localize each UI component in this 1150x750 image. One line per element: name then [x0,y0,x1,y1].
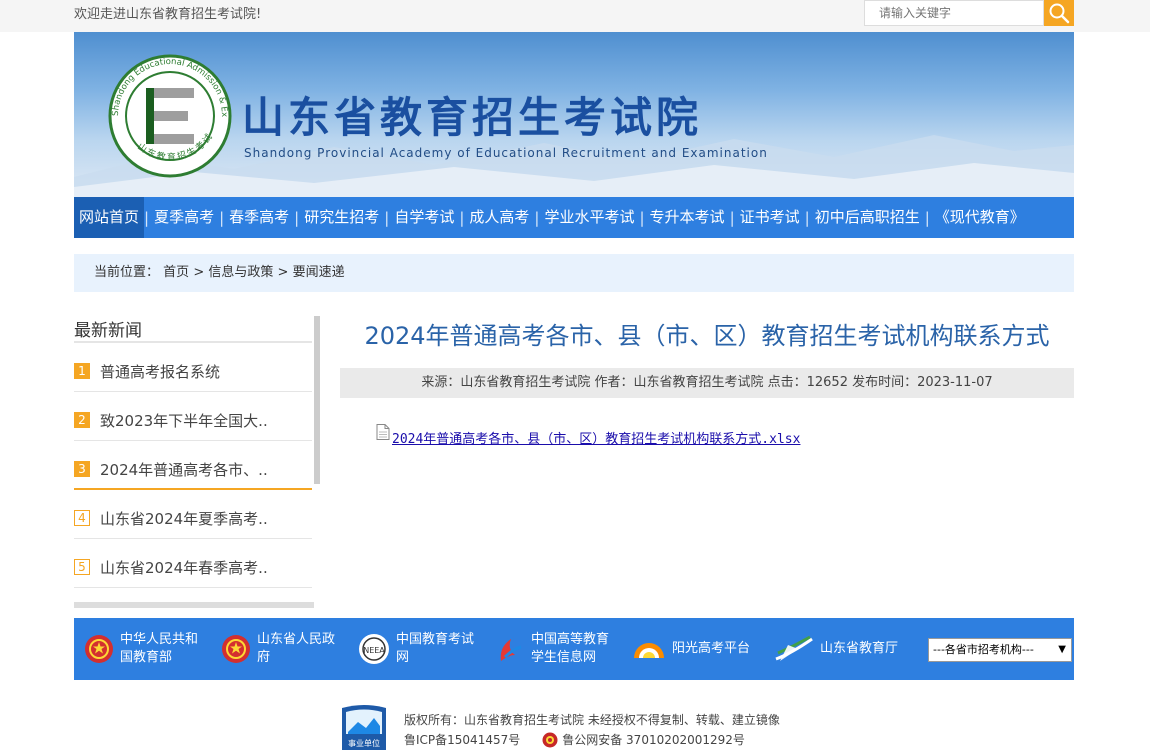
nav-item-modern-education[interactable]: 《现代教育》 [930,197,1030,238]
breadcrumb-sep: > [193,265,205,280]
news-item[interactable]: 5 山东省2024年春季高考.. [74,539,312,588]
icp-link[interactable]: 鲁ICP备15041457号 [404,731,520,748]
nav-separator: | [729,208,735,227]
news-item-link[interactable]: 2024年普通高考各市、.. [100,459,268,480]
nav-item-adult-exam[interactable]: 成人高考 [464,197,534,238]
article-title: 2024年普通高考各市、县（市、区）教育招生考试机构联系方式 [364,322,1050,350]
dropdown-arrow-icon: ▼ [1058,644,1066,655]
news-item[interactable]: 1 普通高考报名系统 [74,343,312,392]
nav-item-spring-exam[interactable]: 春季高考 [224,197,294,238]
link-label: 阳光高考平台 [672,641,751,656]
police-badge-icon [542,732,558,747]
breadcrumb-sep: > [277,265,289,280]
nav-item-self-study[interactable]: 自学考试 [389,197,459,238]
search-input[interactable] [864,0,1044,26]
public-institution-badge[interactable]: 事业单位 [338,704,390,750]
news-item-link[interactable]: 山东省2024年春季高考.. [100,557,268,578]
breadcrumb-news[interactable]: 要闻速递 [293,265,345,280]
nav-item-certificate-exam[interactable]: 证书考试 [735,197,805,238]
news-item[interactable]: 4 山东省2024年夏季高考.. [74,490,312,539]
exam-agency-select[interactable]: ---各省市招考机构--- ▼ [928,638,1072,662]
breadcrumb: 当前位置： 首页 > 信息与政策 > 要闻速递 [74,254,1074,292]
news-item-current[interactable]: 3 2024年普通高考各市、.. [74,441,312,490]
welcome-text: 欢迎走进山东省教育招生考试院! [74,7,262,22]
news-rank-badge: 2 [74,412,90,428]
nav-item-vocational[interactable]: 初中后高职招生 [810,197,925,238]
news-item-link[interactable]: 致2023年下半年全国大.. [100,410,268,431]
link-moe[interactable]: 中华人民共和国教育部 [84,631,209,667]
link-label: 山东省人民政府 [257,632,336,665]
select-value: ---各省市招考机构--- [933,643,1034,656]
nav-separator: | [144,208,150,227]
sidebar-heading: 最新新闻 [74,316,312,343]
news-item-link[interactable]: 普通高考报名系统 [100,361,220,382]
footer: 事业单位 版权所有：山东省教育招生考试院 未经授权不得复制、转载、建立镜像 鲁I… [0,700,1150,750]
news-rank-badge: 4 [74,510,90,526]
nav-item-proficiency-test[interactable]: 学业水平考试 [539,197,639,238]
nav-item-home[interactable]: 网站首页 [74,197,145,238]
police-record-link[interactable]: 鲁公网安备 37010202001292号 [562,731,745,748]
svg-text:事业单位: 事业单位 [348,738,380,748]
link-sunshine-gaokao[interactable]: 阳光高考平台 [632,636,762,662]
nav-separator: | [534,208,540,227]
news-item-link[interactable]: 山东省2024年夏季高考.. [100,508,268,529]
link-label: 山东省教育厅 [820,641,899,656]
article-meta: 来源：山东省教育招生考试院 作者：山东省教育招生考试院 点击：12652 发布时… [340,368,1074,398]
news-list: 1 普通高考报名系统 2 致2023年下半年全国大.. 3 2024年普通高考各… [74,343,314,588]
link-label: 中国高等教育学生信息网 [531,632,610,665]
header-banner: Shandong Educational Admission & Examina… [74,32,1074,197]
nav-separator: | [384,208,390,227]
nav-separator: | [639,208,645,227]
breadcrumb-prefix: 当前位置： [94,265,160,280]
search-button[interactable] [1044,0,1074,26]
nav-separator: | [804,208,810,227]
national-emblem-icon [85,635,113,663]
nav-separator: | [219,208,225,227]
search-box [864,0,1074,26]
breadcrumb-info-policy[interactable]: 信息与政策 [208,265,273,280]
link-label: 中华人民共和国教育部 [120,632,199,665]
news-rank-badge: 1 [74,363,90,379]
svg-text:NEEA: NEEA [363,646,385,655]
link-shandong-gov[interactable]: 山东省人民政府 [221,631,346,667]
nav-separator: | [294,208,300,227]
sidebar-bottom-bar [74,602,314,608]
copyright-text: 版权所有：山东省教育招生考试院 未经授权不得复制、转载、建立镜像 [404,713,780,727]
chsi-logo-icon [500,639,522,661]
nav-item-summer-exam[interactable]: 夏季高考 [149,197,219,238]
news-rank-badge: 3 [74,461,90,477]
news-rank-badge: 5 [74,559,90,575]
nav-separator: | [924,208,930,227]
nav-item-graduate-exam[interactable]: 研究生招考 [299,197,384,238]
link-neea[interactable]: NEEA 中国教育考试网 [358,631,483,667]
sun-logo-icon [634,643,664,658]
attachment: 2024年普通高考各市、县（市、区）教育招生考试机构联系方式.xlsx [376,424,800,447]
registration-line: 鲁ICP备15041457号 鲁公网安备 37010202001292号 [404,731,745,748]
sidebar-scrollbar[interactable] [314,316,320,484]
site-title: 山东省教育招生考试院 [242,93,703,142]
edu-dept-logo-icon [775,635,813,661]
link-edu-dept[interactable]: 山东省教育厅 [774,635,909,663]
neea-logo-icon: NEEA [359,634,389,664]
nav-item-upgrade-exam[interactable]: 专升本考试 [645,197,730,238]
link-chsi[interactable]: 中国高等教育学生信息网 [495,631,620,667]
file-icon [376,424,390,440]
attachment-link[interactable]: 2024年普通高考各市、县（市、区）教育招生考试机构联系方式.xlsx [392,428,800,447]
academy-logo: Shandong Educational Admission & Examina… [108,54,232,178]
site-subtitle: Shandong Provincial Academy of Education… [244,146,768,160]
national-emblem-icon [222,635,250,663]
nav-separator: | [459,208,465,227]
breadcrumb-home[interactable]: 首页 [163,265,189,280]
related-links-bar: 中华人民共和国教育部 山东省人民政府 NEEA 中国教育考试网 中国高等教育学生… [74,618,1074,680]
main-nav: 网站首页 | 夏季高考 | 春季高考 | 研究生招考 | 自学考试 | 成人高考… [74,197,1074,238]
news-item[interactable]: 2 致2023年下半年全国大.. [74,392,312,441]
top-bar: 欢迎走进山东省教育招生考试院! [0,0,1150,32]
search-icon [1049,3,1070,24]
latest-news-sidebar: 最新新闻 1 普通高考报名系统 2 致2023年下半年全国大.. 3 2024年… [74,316,320,608]
link-label: 中国教育考试网 [396,632,475,665]
